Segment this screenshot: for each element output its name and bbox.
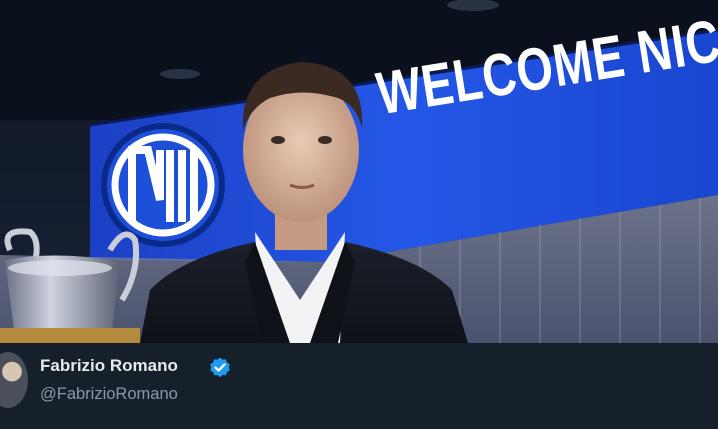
verified-badge-icon — [210, 357, 230, 378]
author-handle[interactable]: @FabrizioRomano — [40, 385, 178, 404]
inter-logo-icon — [101, 123, 225, 247]
author-name[interactable]: Fabrizio Romano — [40, 356, 178, 376]
media-photo[interactable]: WELCOME NICOLA — [0, 0, 718, 343]
